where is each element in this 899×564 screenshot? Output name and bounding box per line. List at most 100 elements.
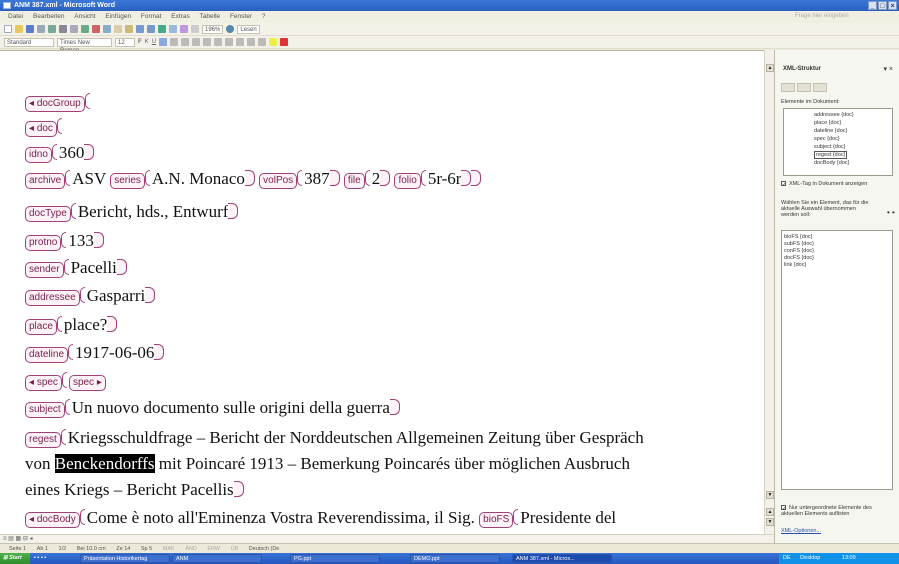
protno-tag[interactable]: protno (25, 235, 62, 251)
menu-tabelle[interactable]: Tabelle (200, 13, 221, 20)
subject-tag[interactable]: subject (25, 402, 65, 418)
status-language[interactable]: Deutsch (De (249, 546, 280, 552)
redo-icon[interactable] (147, 25, 155, 33)
hyperlink-icon[interactable] (158, 25, 166, 33)
show-marks-icon[interactable] (191, 25, 199, 33)
doc-tag[interactable]: ◂ doc (25, 121, 57, 137)
columns-icon[interactable] (180, 25, 188, 33)
minimize-icon[interactable]: _ (868, 1, 877, 10)
element-choice[interactable]: link {doc} (784, 262, 890, 269)
task-pg-ppt[interactable]: PG.ppt (290, 554, 380, 563)
scroll-down-icon[interactable]: ▼ (766, 491, 774, 499)
line-spacing-icon[interactable] (203, 38, 212, 46)
status-aend[interactable]: ÄND (185, 546, 197, 552)
doctype-tag[interactable]: docType (25, 206, 71, 222)
scroll-up-icon[interactable]: ▲ (766, 64, 774, 72)
tray-desktop[interactable]: Desktop (800, 555, 820, 561)
tree-item-selected[interactable]: regest {doc} (814, 151, 892, 159)
sender-close-tag[interactable] (116, 259, 127, 275)
preview-icon[interactable] (70, 25, 78, 33)
spelling-icon[interactable] (81, 25, 89, 33)
status-ueb[interactable]: ÜB (231, 546, 239, 552)
idno-tag[interactable]: idno (25, 147, 52, 163)
highlight-icon[interactable] (269, 38, 278, 46)
place-tag[interactable]: place (25, 319, 57, 335)
menu-fenster[interactable]: Fenster (230, 13, 252, 20)
task-praesentation[interactable]: Präsentation Historikertag (80, 554, 170, 563)
menu-help[interactable]: ? (262, 13, 266, 20)
volpos-tag[interactable]: volPos (259, 173, 298, 189)
task-anm[interactable]: ANM (172, 554, 262, 563)
subject-close-tag[interactable] (389, 399, 400, 415)
format-painter-icon[interactable] (125, 25, 133, 33)
protno-close-tag[interactable] (93, 232, 104, 248)
idno-close-tag[interactable] (84, 144, 95, 160)
element-choice[interactable]: conFS {doc} (784, 248, 890, 255)
place-close-tag[interactable] (107, 316, 118, 332)
align-left-icon[interactable] (159, 38, 168, 46)
docbody-tag[interactable]: ◂ docBody (25, 512, 80, 528)
element-choice[interactable]: subFS {doc} (784, 241, 890, 248)
element-choice[interactable]: bioFS {doc} (784, 234, 890, 241)
font-color-icon[interactable] (280, 38, 289, 46)
folio-close-tag[interactable] (461, 170, 472, 186)
spec-open-tag[interactable]: ◂ spec (25, 375, 62, 391)
status-mak[interactable]: MAK (163, 546, 175, 552)
maximize-icon[interactable]: □ (878, 1, 887, 10)
regest-close-tag[interactable] (233, 481, 244, 497)
tray-language[interactable]: DE (783, 555, 791, 561)
menu-einfuegen[interactable]: Einfügen (105, 13, 131, 20)
archive-close-tag[interactable] (471, 170, 482, 186)
menu-bearbeiten[interactable]: Bearbeiten (33, 13, 64, 20)
dateline-close-tag[interactable] (154, 344, 165, 360)
undo-icon[interactable] (136, 25, 144, 33)
indent-icon[interactable] (247, 38, 256, 46)
menu-datei[interactable]: Datei (8, 13, 23, 20)
prev-page-icon[interactable]: ▲ (766, 508, 774, 516)
vertical-scrollbar[interactable]: ▲ ▼ ▲ ▼ (764, 50, 774, 534)
italic-icon[interactable]: K (145, 39, 149, 45)
close-icon[interactable]: × (888, 1, 897, 10)
ask-question-box[interactable]: Frage hier eingeben (795, 13, 875, 22)
dateline-tag[interactable]: dateline (25, 347, 69, 363)
show-tags-checkbox[interactable]: ✓ (781, 181, 787, 188)
tree-item[interactable]: docBody {doc} (814, 159, 892, 167)
addressee-close-tag[interactable] (145, 287, 156, 303)
quicklaunch-icons[interactable]: ▪ ▪ ▪ ▪ (34, 553, 46, 564)
series-tag[interactable]: series (110, 173, 145, 189)
justify-icon[interactable] (192, 38, 201, 46)
task-demo-ppt[interactable]: DEMO.ppt (410, 554, 500, 563)
tree-item[interactable]: place {doc} (814, 119, 892, 127)
pane-home-icon[interactable] (813, 83, 827, 92)
bold-icon[interactable]: F (138, 39, 142, 45)
regest-tag[interactable]: regest (25, 432, 61, 448)
print-icon[interactable] (59, 25, 67, 33)
numbering-icon[interactable] (214, 38, 223, 46)
pane-options-icon[interactable]: • • (887, 208, 895, 217)
menu-ansicht[interactable]: Ansicht (74, 13, 95, 20)
pane-forward-icon[interactable] (797, 83, 811, 92)
zoom-select[interactable]: 196% (202, 24, 224, 34)
help-icon[interactable] (226, 25, 235, 33)
only-children-checkbox[interactable]: ✓ (781, 505, 787, 512)
font-select[interactable]: Times New Roman (57, 37, 112, 54)
element-choice[interactable]: docFS {doc} (784, 255, 890, 262)
status-erw[interactable]: ERW (207, 546, 220, 552)
menu-format[interactable]: Format (141, 13, 162, 20)
addressee-tag[interactable]: addressee (25, 290, 80, 306)
folio-tag[interactable]: folio (394, 173, 421, 189)
underline-icon[interactable]: U (152, 39, 156, 45)
volpos-close-tag[interactable] (329, 170, 340, 186)
doctype-close-tag[interactable] (228, 203, 239, 219)
outdent-icon[interactable] (236, 38, 245, 46)
document-area[interactable]: ◂ docGroup ◂ doc idno 360 archive ASV seri… (0, 50, 764, 534)
table-icon[interactable] (169, 25, 177, 33)
xml-options-link[interactable]: XML-Optionen... (781, 528, 821, 534)
tree-item[interactable]: subject {doc} (814, 143, 892, 151)
only-children-option[interactable]: ✓ Nur untergeordnete Elemente des aktuell… (781, 505, 891, 517)
spec-close-tag[interactable]: spec ▸ (68, 375, 106, 391)
style-select[interactable]: Standard (4, 37, 54, 47)
open-icon[interactable] (15, 25, 23, 33)
read-button[interactable]: Lesen (237, 24, 260, 34)
next-page-icon[interactable]: ▼ (766, 518, 774, 526)
